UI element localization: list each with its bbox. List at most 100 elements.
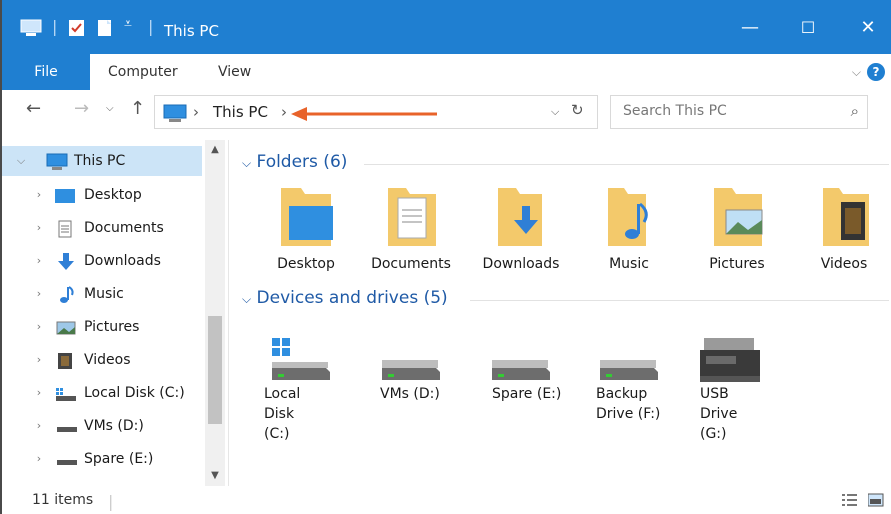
drive-label-line2: Drive (F:) (596, 406, 661, 422)
folder-tile-documents[interactable]: Documents (361, 184, 461, 274)
customize-qat-icon[interactable]: ⩡ (124, 16, 132, 32)
search-box[interactable]: Search This PC ⌕ (610, 95, 868, 129)
sidebar-item-this-pc[interactable]: ⌵ This PC (2, 146, 202, 176)
sidebar-item-spare-e[interactable]: › Spare (E:) (2, 444, 202, 474)
pictures-icon (56, 318, 76, 336)
window-title: This PC (164, 22, 219, 40)
sidebar-item-label: Desktop (84, 187, 142, 203)
sidebar-item-label: VMs (D:) (84, 418, 144, 434)
folder-tile-music[interactable]: Music (579, 184, 679, 274)
collapsed-chevron-icon[interactable]: › (32, 411, 46, 441)
sidebar-item-label: Pictures (84, 319, 140, 335)
sidebar-scrollbar[interactable]: ▲ ▼ (205, 140, 225, 486)
address-bar[interactable]: › This PC › ⌵ ↻ (154, 95, 598, 129)
sidebar-item-desktop[interactable]: › Desktop (2, 180, 202, 210)
expanded-chevron-icon[interactable]: ⌵ (14, 146, 28, 176)
collapsed-chevron-icon[interactable]: › (32, 312, 46, 342)
properties-icon[interactable] (68, 19, 86, 41)
recent-locations-icon[interactable]: ⌵ (106, 103, 114, 114)
music-icon (58, 285, 78, 303)
drives-header-label: Devices and drives (5) (256, 288, 448, 308)
group-collapse-icon[interactable]: ⌵ (242, 292, 251, 306)
documents-folder-icon (388, 188, 436, 246)
drive-icon (56, 417, 77, 435)
drive-label-line1: Local Disk (264, 386, 301, 422)
drive-tile-vms-d[interactable]: VMs (D:) (350, 332, 450, 404)
desktop-folder-icon (281, 188, 333, 246)
group-divider (470, 300, 889, 301)
sidebar-item-label: Local Disk (C:) (84, 385, 185, 401)
collapsed-chevron-icon[interactable]: › (32, 246, 46, 276)
folders-group-header[interactable]: ⌵ Folders (6) (242, 152, 347, 172)
breadcrumb-trailing-separator[interactable]: › (281, 103, 287, 121)
ribbon-collapse-icon[interactable]: ⌵ (852, 54, 861, 90)
minimize-button[interactable]: — (730, 12, 770, 44)
drive-tile-usb-g[interactable]: USB Drive (G:) (670, 332, 770, 444)
close-button[interactable]: ✕ (848, 12, 888, 44)
drive-label-line1: Spare (E:) (492, 386, 562, 402)
help-icon[interactable]: ? (867, 63, 885, 81)
hard-drive-icon (382, 360, 440, 380)
hard-drive-icon (600, 360, 658, 380)
sidebar-item-music[interactable]: › Music (2, 279, 202, 309)
collapsed-chevron-icon[interactable]: › (32, 180, 46, 210)
folder-label: Documents (371, 256, 451, 272)
folder-label: Desktop (277, 256, 335, 272)
sidebar-item-documents[interactable]: › Documents (2, 213, 202, 243)
scroll-down-icon[interactable]: ▼ (205, 470, 225, 481)
this-pc-icon (20, 19, 42, 41)
downloads-icon (56, 252, 76, 270)
local-disk-icon (54, 384, 76, 402)
drives-group-header[interactable]: ⌵ Devices and drives (5) (242, 288, 448, 308)
scroll-thumb[interactable] (208, 316, 222, 424)
search-icon[interactable]: ⌕ (851, 102, 859, 120)
refresh-icon[interactable]: ↻ (571, 101, 584, 119)
breadcrumb-separator[interactable]: › (193, 103, 199, 121)
maximize-button[interactable]: ☐ (788, 12, 828, 44)
search-input[interactable]: Search This PC (623, 103, 727, 119)
new-folder-icon[interactable] (96, 19, 114, 41)
drive-label-line1: Backup (596, 386, 648, 402)
drive-tile-backup-f[interactable]: Backup Drive (F:) (566, 332, 666, 424)
folder-tile-desktop[interactable]: Desktop (256, 184, 356, 274)
large-icons-view-icon[interactable] (867, 492, 884, 507)
scroll-up-icon[interactable]: ▲ (205, 144, 225, 155)
up-arrow-icon[interactable]: ↑ (130, 98, 145, 119)
sidebar-item-pictures[interactable]: › Pictures (2, 312, 202, 342)
collapsed-chevron-icon[interactable]: › (32, 378, 46, 408)
sidebar-item-downloads[interactable]: › Downloads (2, 246, 202, 276)
back-arrow-icon[interactable]: ← (26, 98, 41, 119)
forward-arrow-icon[interactable]: → (74, 98, 89, 119)
folder-label: Pictures (709, 256, 765, 272)
videos-icon (56, 351, 76, 369)
drive-tile-local-disk-c[interactable]: Local Disk (C:) (234, 332, 334, 444)
sidebar-item-vms-d[interactable]: › VMs (D:) (2, 411, 202, 441)
content-pane: ⌵ Folders (6) Desktop Documents Download… (234, 140, 891, 486)
collapsed-chevron-icon[interactable]: › (32, 279, 46, 309)
hard-drive-icon (492, 360, 550, 380)
navigation-pane: ⌵ This PC › Desktop › Documents › Downlo… (2, 140, 229, 486)
sidebar-item-videos[interactable]: › Videos (2, 345, 202, 375)
details-view-icon[interactable] (842, 492, 858, 506)
folder-label: Music (609, 256, 649, 272)
address-dropdown-icon[interactable]: ⌵ (551, 105, 559, 119)
folder-tile-downloads[interactable]: Downloads (471, 184, 571, 274)
music-folder-icon (608, 188, 648, 246)
breadcrumb-this-pc[interactable]: This PC (213, 103, 268, 121)
folder-tile-videos[interactable]: Videos (794, 184, 891, 274)
folder-tile-pictures[interactable]: Pictures (687, 184, 787, 274)
collapsed-chevron-icon[interactable]: › (32, 444, 46, 474)
drive-tile-spare-e[interactable]: Spare (E:) (462, 332, 562, 404)
file-explorer-window: | ⩡ | This PC — ☐ ✕ File Computer View ⌵… (0, 0, 891, 514)
collapsed-chevron-icon[interactable]: › (32, 345, 46, 375)
sidebar-item-label: Downloads (84, 253, 161, 269)
ribbon-tabs: File Computer View ⌵ ? (2, 54, 891, 91)
sidebar-item-label: Spare (E:) (84, 451, 154, 467)
status-divider: | (108, 492, 114, 511)
tab-view[interactable]: View (218, 54, 251, 90)
collapsed-chevron-icon[interactable]: › (32, 213, 46, 243)
tab-file[interactable]: File (2, 54, 90, 90)
group-collapse-icon[interactable]: ⌵ (242, 156, 251, 170)
tab-computer[interactable]: Computer (108, 54, 178, 90)
sidebar-item-local-disk-c[interactable]: › Local Disk (C:) (2, 378, 202, 408)
